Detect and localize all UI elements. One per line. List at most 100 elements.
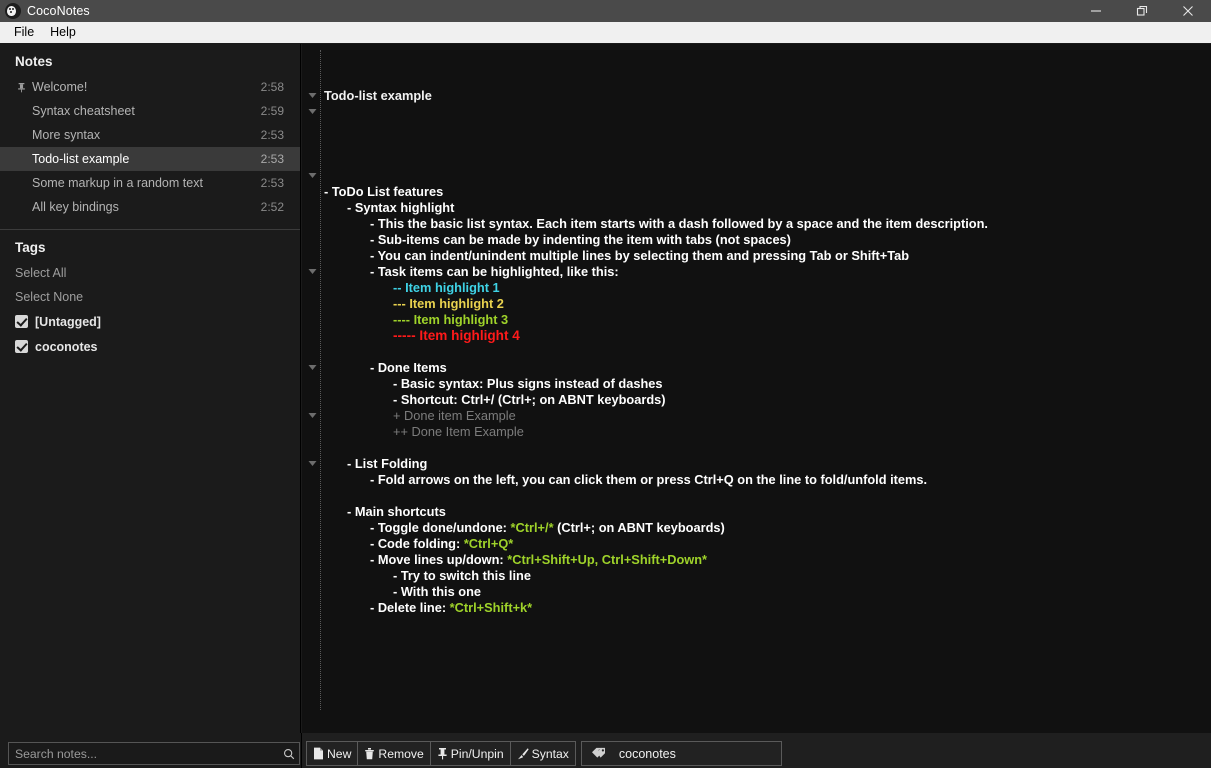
- menu-help[interactable]: Help: [42, 23, 84, 42]
- fold-arrow-icon[interactable]: [308, 172, 317, 181]
- syntax-button[interactable]: Syntax: [509, 741, 576, 766]
- tag-icon: [591, 747, 608, 760]
- plain-text: - List Folding: [347, 456, 428, 471]
- note-line[interactable]: - Delete line: *Ctrl+Shift+k*: [324, 600, 1211, 616]
- plain-text: - Delete line:: [370, 600, 450, 615]
- note-title-line: Todo-list example: [324, 88, 432, 103]
- select-all-link[interactable]: Select All: [0, 261, 300, 285]
- note-list-item[interactable]: Some markup in a random text 2:53: [0, 171, 300, 195]
- trash-icon: [364, 747, 375, 760]
- note-line[interactable]: - Toggle done/undone: *Ctrl+/* (Ctrl+; o…: [324, 520, 1211, 536]
- plain-text: - You can indent/unindent multiple lines…: [370, 248, 910, 263]
- note-editor[interactable]: Todo-list example - ToDo List features - …: [302, 44, 1211, 733]
- plain-text: - Try to switch this line: [393, 568, 531, 583]
- select-none-link[interactable]: Select None: [0, 285, 300, 309]
- tags-list: [Untagged] coconotes: [0, 309, 300, 359]
- plain-text: - Fold arrows on the left, you can click…: [370, 472, 928, 487]
- tag-field[interactable]: coconotes: [580, 741, 782, 766]
- remove-button[interactable]: Remove: [357, 741, 431, 766]
- note-line[interactable]: - Task items can be highlighted, like th…: [324, 264, 1211, 280]
- search-box[interactable]: [8, 742, 300, 765]
- plain-text: - Task items can be highlighted, like th…: [370, 264, 619, 279]
- plain-text: - Basic syntax: Plus signs instead of da…: [393, 376, 663, 391]
- search-input[interactable]: [9, 746, 279, 761]
- blank-line[interactable]: [324, 440, 1211, 456]
- note-line[interactable]: - List Folding: [324, 456, 1211, 472]
- note-list-item[interactable]: All key bindings 2:52: [0, 195, 300, 219]
- note-list-item[interactable]: More syntax 2:53: [0, 123, 300, 147]
- note-line[interactable]: - Shortcut: Ctrl+/ (Ctrl+; on ABNT keybo…: [324, 392, 1211, 408]
- plain-text: - Code folding:: [370, 536, 464, 551]
- minimize-button[interactable]: [1073, 0, 1119, 22]
- note-line[interactable]: ---- Item highlight 3: [324, 312, 1211, 328]
- note-line[interactable]: - This the basic list syntax. Each item …: [324, 216, 1211, 232]
- note-line[interactable]: - You can indent/unindent multiple lines…: [324, 248, 1211, 264]
- highlighted-text: ---- Item highlight 3: [393, 312, 509, 327]
- pin-unpin-button-label: Pin/Unpin: [450, 746, 504, 761]
- note-list-item-title: All key bindings: [32, 200, 119, 214]
- fold-arrow-icon[interactable]: [308, 108, 317, 117]
- note-list-item-time: 2:53: [260, 152, 284, 166]
- note-list-item-title: Todo-list example: [32, 152, 130, 166]
- note-line[interactable]: - Syntax highlight: [324, 200, 1211, 216]
- sidebar: Notes Welcome! 2:58 Syntax cheatsheet 2:59 M…: [0, 44, 301, 733]
- note-line[interactable]: - Code folding: *Ctrl+Q*: [324, 536, 1211, 552]
- note-body[interactable]: Todo-list example - ToDo List features - …: [324, 44, 1211, 648]
- window-title: CocoNotes: [27, 4, 90, 18]
- fold-arrow-icon[interactable]: [308, 412, 317, 421]
- note-line[interactable]: - Fold arrows on the left, you can click…: [324, 472, 1211, 488]
- note-line[interactable]: + Done item Example: [324, 408, 1211, 424]
- note-line[interactable]: - Done Items: [324, 360, 1211, 376]
- note-list-item-time: 2:53: [260, 128, 284, 142]
- note-line[interactable]: --- Item highlight 2: [324, 296, 1211, 312]
- highlighted-text: + Done item Example: [393, 408, 516, 423]
- close-button[interactable]: [1165, 0, 1211, 22]
- fold-arrow-icon[interactable]: [308, 92, 317, 101]
- note-list-item-title: Welcome!: [32, 80, 88, 94]
- note-line[interactable]: -- Item highlight 1: [324, 280, 1211, 296]
- plain-text: - With this one: [393, 584, 482, 599]
- fold-arrow-icon[interactable]: [308, 460, 317, 469]
- fold-gutter: [302, 44, 322, 733]
- blank-line[interactable]: [324, 344, 1211, 360]
- note-line[interactable]: - Basic syntax: Plus signs instead of da…: [324, 376, 1211, 392]
- plain-text: - Sub-items can be made by indenting the…: [370, 232, 791, 247]
- menu-file[interactable]: File: [6, 23, 42, 42]
- note-line[interactable]: ----- Item highlight 4: [324, 328, 1211, 344]
- tag-checkbox[interactable]: [15, 315, 28, 328]
- note-list-item[interactable]: Welcome! 2:58: [0, 75, 300, 99]
- note-line[interactable]: - ToDo List features: [324, 184, 1211, 200]
- new-button-label: New: [327, 746, 352, 761]
- fold-arrow-icon[interactable]: [308, 364, 317, 373]
- new-button[interactable]: New: [306, 741, 359, 766]
- tag-list-item[interactable]: [Untagged]: [0, 309, 300, 334]
- maximize-button[interactable]: [1119, 0, 1165, 22]
- notes-section-title: Notes: [15, 54, 53, 69]
- pin-unpin-button[interactable]: Pin/Unpin: [429, 741, 511, 766]
- highlighted-text: *Ctrl+Shift+Up, Ctrl+Shift+Down*: [507, 552, 708, 567]
- notes-list: Welcome! 2:58 Syntax cheatsheet 2:59 More sy…: [0, 75, 300, 219]
- note-line[interactable]: - Sub-items can be made by indenting the…: [324, 232, 1211, 248]
- tag-field-label: coconotes: [618, 746, 676, 761]
- highlighted-text: *Ctrl+Shift+k*: [449, 600, 533, 615]
- menu-bar: File Help: [0, 22, 1211, 44]
- note-line[interactable]: - Main shortcuts: [324, 504, 1211, 520]
- tag-list-item[interactable]: coconotes: [0, 334, 300, 359]
- plain-text: - Move lines up/down:: [370, 552, 508, 567]
- plain-text: - ToDo List features: [324, 184, 444, 199]
- plain-text: [324, 344, 328, 359]
- highlighted-text: *Ctrl+Q*: [463, 536, 514, 551]
- tag-checkbox[interactable]: [15, 340, 28, 353]
- note-line[interactable]: ++ Done Item Example: [324, 424, 1211, 440]
- gutter-separator: [320, 50, 321, 710]
- coconut-icon: [5, 3, 21, 19]
- note-list-item-title: More syntax: [32, 128, 101, 142]
- note-list-item[interactable]: Todo-list example 2:53: [0, 147, 300, 171]
- note-line[interactable]: - Try to switch this line: [324, 568, 1211, 584]
- note-line[interactable]: - With this one: [324, 584, 1211, 600]
- note-line[interactable]: - Move lines up/down: *Ctrl+Shift+Up, Ct…: [324, 552, 1211, 568]
- note-list-item[interactable]: Syntax cheatsheet 2:59: [0, 99, 300, 123]
- fold-arrow-icon[interactable]: [308, 268, 317, 277]
- blank-line[interactable]: [324, 488, 1211, 504]
- highlighted-text: ----- Item highlight 4: [393, 328, 520, 343]
